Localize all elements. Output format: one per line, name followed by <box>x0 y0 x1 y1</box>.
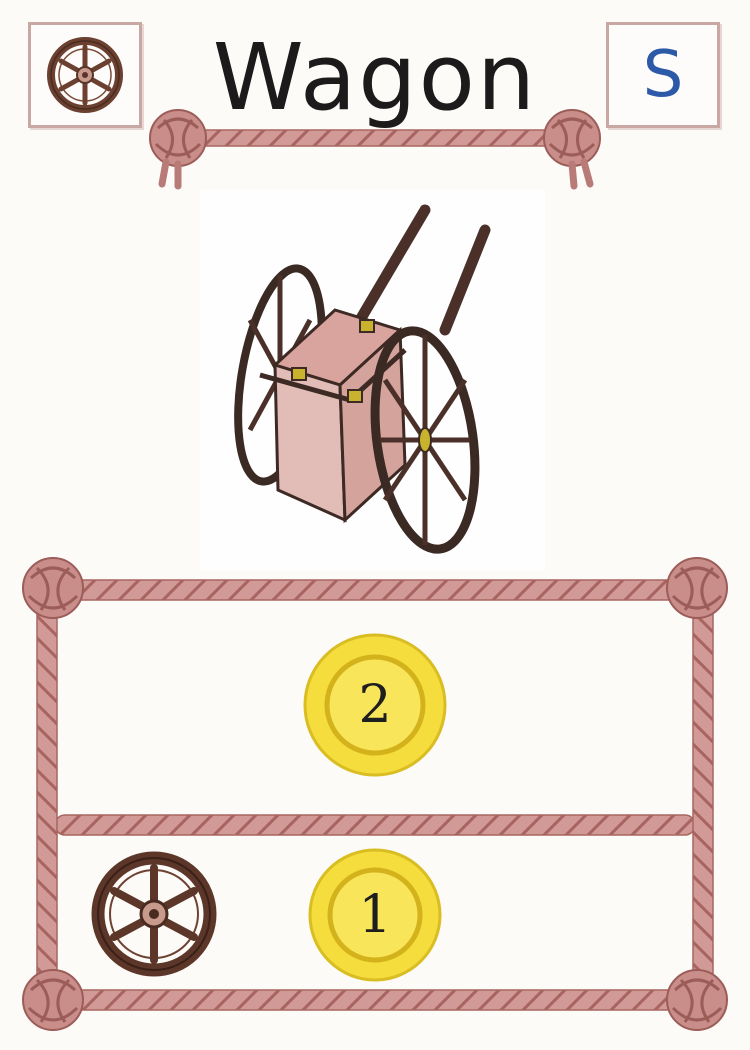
top-right-corner-box: S <box>606 22 720 128</box>
coin-value: 1 <box>358 885 392 945</box>
effect-row-2: 1 <box>60 840 690 990</box>
rope-knot <box>666 557 728 619</box>
wheel-icon <box>91 851 217 977</box>
rope-knot-right <box>543 109 601 190</box>
top-left-corner-box <box>28 22 142 128</box>
wagon-illustration <box>200 190 545 570</box>
rope-knot-left <box>149 109 207 190</box>
rope-knot <box>22 557 84 619</box>
wheel-icon <box>47 37 123 113</box>
game-card[interactable]: S Wagon 2 1 <box>0 0 750 1050</box>
corner-letter: S <box>642 38 684 112</box>
coin-value: 2 <box>358 675 392 735</box>
title-rope-divider <box>149 109 601 190</box>
effect-row-1: 2 <box>60 610 690 810</box>
